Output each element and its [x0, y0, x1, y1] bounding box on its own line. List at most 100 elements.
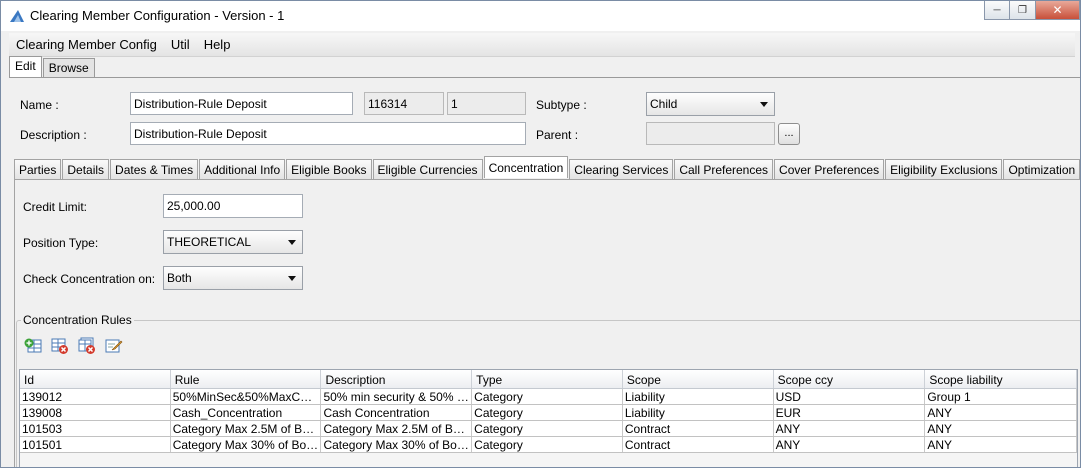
- table-cell: Category: [472, 405, 623, 420]
- parent-browse-button[interactable]: ...: [778, 123, 800, 145]
- table-cell: USD: [774, 389, 926, 404]
- subtype-label: Subtype :: [536, 98, 587, 112]
- tab-eligible-books[interactable]: Eligible Books: [286, 159, 372, 179]
- table-cell: Category Max 2.5M of Bond...: [172, 421, 322, 436]
- tab-clearing-services[interactable]: Clearing Services: [569, 159, 674, 179]
- close-icon: ✕: [1052, 3, 1063, 17]
- table-cell: Category: [472, 421, 623, 436]
- table-row[interactable]: 139008 Cash_Concentration Cash Concentrati…: [20, 405, 1077, 421]
- tab-cover-preferences[interactable]: Cover Preferences: [774, 159, 885, 179]
- window-title: Clearing Member Configuration - Version …: [30, 8, 285, 23]
- table-row[interactable]: 101501 Category Max 30% of Bond... Categor…: [20, 437, 1077, 453]
- id-field: 116314: [364, 92, 444, 115]
- chevron-down-icon: [760, 102, 768, 107]
- tab-browse[interactable]: Browse: [42, 58, 95, 77]
- menu-util[interactable]: Util: [164, 37, 197, 52]
- table-cell: Group 1: [925, 389, 1077, 404]
- tab-concentration[interactable]: Concentration: [483, 156, 569, 178]
- detail-tabs: Parties Details Dates & Times Additional In…: [14, 156, 1080, 179]
- app-window: Clearing Member Configuration - Version …: [0, 0, 1081, 468]
- table-cell: 139008: [20, 405, 171, 420]
- menu-help[interactable]: Help: [197, 37, 238, 52]
- tab-edit[interactable]: Edit: [9, 56, 42, 77]
- column-header-id[interactable]: Id: [20, 370, 171, 388]
- description-label: Description :: [20, 128, 87, 142]
- table-cell: Category: [472, 389, 623, 404]
- rules-toolbar: [24, 337, 123, 355]
- minimize-icon: ─: [993, 4, 1001, 16]
- tab-dates-times[interactable]: Dates & Times: [110, 159, 199, 179]
- check-concentration-select[interactable]: Both: [163, 266, 303, 290]
- table-cell: Cash Concentration: [321, 405, 473, 420]
- description-field[interactable]: Distribution-Rule Deposit: [130, 122, 526, 145]
- minimize-button[interactable]: ─: [984, 1, 1010, 20]
- version-field: 1: [447, 92, 526, 115]
- chevron-down-icon: [288, 240, 296, 245]
- add-row-icon[interactable]: [24, 337, 42, 355]
- restore-button[interactable]: ❐: [1010, 1, 1036, 20]
- edit-icon[interactable]: [105, 337, 123, 355]
- table-body: 139012 50%MinSec&50%MaxCash 50% min securi…: [20, 389, 1077, 453]
- table-cell: EUR: [774, 405, 926, 420]
- restore-icon: ❐: [1018, 4, 1027, 16]
- column-header-type[interactable]: Type: [472, 370, 623, 388]
- table-cell: Category: [472, 437, 623, 452]
- table-row[interactable]: 139012 50%MinSec&50%MaxCash 50% min securi…: [20, 389, 1077, 405]
- mode-tabs: Edit Browse: [9, 56, 96, 77]
- position-type-select[interactable]: THEORETICAL: [163, 230, 303, 254]
- concentration-panel: Credit Limit: 25,000.00 Position Type: T…: [14, 179, 1080, 467]
- tab-details[interactable]: Details: [62, 159, 110, 179]
- table-cell: 50%MinSec&50%MaxCash: [172, 389, 322, 404]
- tab-additional-info[interactable]: Additional Info: [199, 159, 286, 179]
- position-type-label: Position Type:: [23, 236, 99, 250]
- table-cell: Category Max 30% of Bond...: [172, 437, 322, 452]
- parent-label: Parent :: [536, 128, 579, 142]
- parent-field: [646, 122, 775, 145]
- edit-panel: Name : Distribution-Rule Deposit 116314 …: [9, 77, 1080, 467]
- check-concentration-label: Check Concentration on:: [23, 272, 156, 286]
- tab-eligible-currencies[interactable]: Eligible Currencies: [372, 159, 483, 179]
- table-cell: ANY: [774, 421, 926, 436]
- name-field[interactable]: Distribution-Rule Deposit: [130, 92, 353, 115]
- table-cell: ANY: [774, 437, 926, 452]
- position-type-value: THEORETICAL: [167, 235, 252, 249]
- table-cell: Category Max 2.5M of Bond...: [323, 421, 473, 436]
- delete-all-icon[interactable]: [78, 337, 96, 355]
- column-header-rule[interactable]: Rule: [171, 370, 322, 388]
- name-label: Name :: [20, 98, 59, 112]
- delete-row-icon[interactable]: [51, 337, 69, 355]
- table-cell: Liability: [623, 405, 774, 420]
- concentration-rules-table: Id Rule Description Type Scope Scope ccy Scope…: [19, 369, 1078, 467]
- table-cell: Cash_Concentration: [171, 405, 322, 420]
- table-cell: 101503: [20, 421, 171, 436]
- credit-limit-field[interactable]: 25,000.00: [163, 194, 303, 218]
- table-cell: Contract: [623, 437, 774, 452]
- column-header-description[interactable]: Description: [321, 370, 473, 388]
- credit-limit-label: Credit Limit:: [23, 200, 88, 214]
- table-cell: Contract: [623, 421, 774, 436]
- table-cell: ANY: [925, 421, 1077, 436]
- table-row[interactable]: 101503 Category Max 2.5M of Bond... Catego…: [20, 421, 1077, 437]
- concentration-rules-title: Concentration Rules: [21, 313, 134, 327]
- table-cell: 50% min security & 50% ma...: [323, 389, 473, 404]
- menu-clearing-member-config[interactable]: Clearing Member Config: [9, 37, 164, 52]
- concentration-rules-group: Concentration Rules Id Rule Description …: [16, 313, 1080, 467]
- subtype-select[interactable]: Child: [646, 92, 775, 116]
- column-header-scope[interactable]: Scope: [623, 370, 774, 388]
- tab-call-preferences[interactable]: Call Preferences: [674, 159, 774, 179]
- tab-eligibility-exclusions[interactable]: Eligibility Exclusions: [885, 159, 1003, 179]
- table-cell: ANY: [925, 437, 1077, 452]
- title-bar: Clearing Member Configuration - Version …: [1, 1, 1080, 31]
- tab-parties[interactable]: Parties: [14, 159, 62, 179]
- tab-optimization[interactable]: Optimization: [1003, 159, 1080, 179]
- column-header-scope-liability[interactable]: Scope liability: [925, 370, 1077, 388]
- menu-bar: Clearing Member Config Util Help: [9, 33, 1075, 57]
- close-button[interactable]: ✕: [1036, 1, 1080, 20]
- table-cell: ANY: [925, 405, 1077, 420]
- table-cell: Category Max 30% of Bond...: [323, 437, 473, 452]
- app-logo-icon: [10, 10, 24, 22]
- column-header-scope-ccy[interactable]: Scope ccy: [774, 370, 926, 388]
- table-header: Id Rule Description Type Scope Scope ccy Scope…: [20, 370, 1077, 389]
- table-cell: 139012: [20, 389, 171, 404]
- check-concentration-value: Both: [167, 271, 192, 285]
